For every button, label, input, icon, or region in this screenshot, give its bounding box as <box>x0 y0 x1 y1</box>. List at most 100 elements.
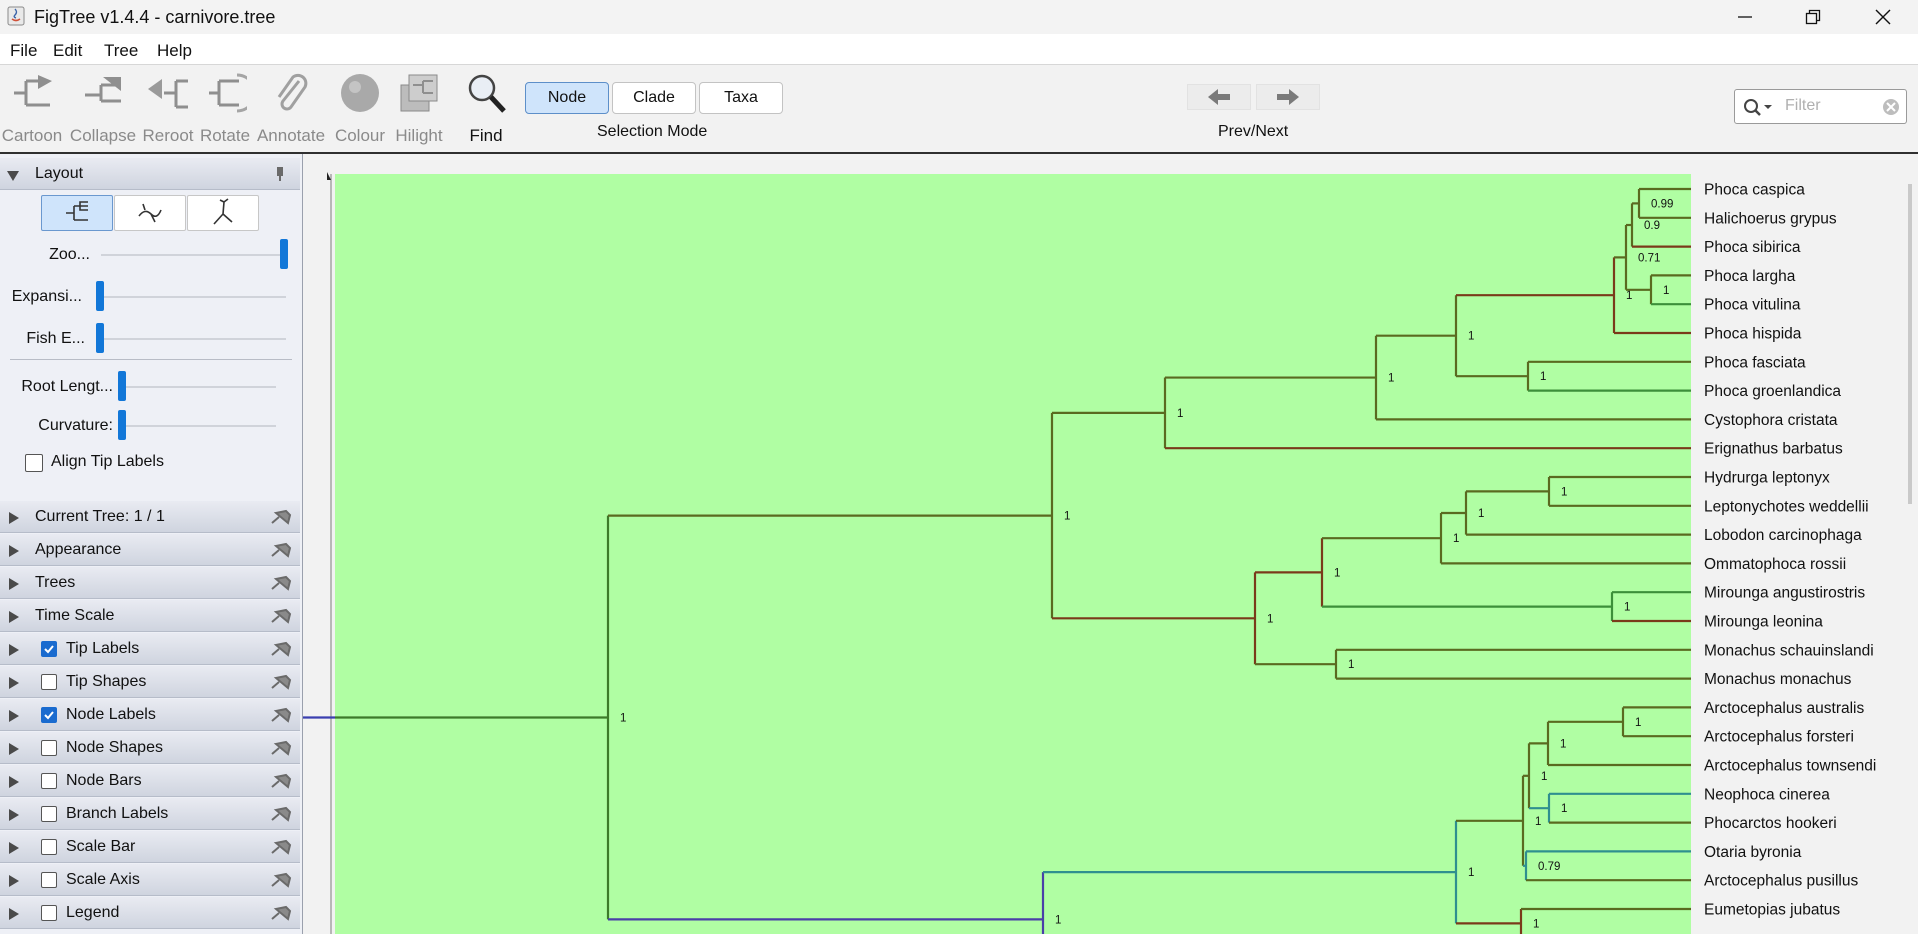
scale-axis-checkbox[interactable] <box>41 872 57 888</box>
hilight-button[interactable]: Hilight <box>392 65 446 149</box>
prev-button[interactable] <box>1187 84 1251 110</box>
radial-layout-button[interactable] <box>187 195 259 231</box>
polar-layout-button[interactable] <box>114 195 186 231</box>
menu-tree[interactable]: Tree <box>104 41 138 61</box>
tip-label[interactable]: Phoca fasciata <box>1704 354 1806 371</box>
section-node-shapes[interactable]: Node Shapes <box>0 732 300 764</box>
pin-icon[interactable] <box>270 542 292 558</box>
section-time-scale[interactable]: Time Scale <box>0 600 300 632</box>
tip-label[interactable]: Eumetopias jubatus <box>1704 902 1840 919</box>
tip-label[interactable]: Leptonychotes weddellii <box>1704 498 1869 515</box>
zoom-slider[interactable] <box>101 254 286 256</box>
tip-label[interactable]: Arctocephalus forsteri <box>1704 729 1854 746</box>
rotate-button[interactable]: Rotate <box>198 65 252 149</box>
tip-label[interactable]: Erignathus barbatus <box>1704 441 1843 458</box>
tree-view[interactable]: Phoca caspica Halichoerus grypus Phoca sib… <box>303 154 1918 934</box>
pin-icon[interactable] <box>270 905 292 921</box>
node-labels-checkbox[interactable] <box>41 707 57 723</box>
section-node-labels[interactable]: Node Labels <box>0 699 300 731</box>
menu-file[interactable]: File <box>10 41 37 61</box>
section-scale-bar[interactable]: Scale Bar <box>0 831 300 863</box>
section-current-tree-1-1[interactable]: Current Tree: 1 / 1 <box>0 501 300 533</box>
clear-filter-icon[interactable] <box>1882 98 1900 116</box>
pin-icon[interactable] <box>270 641 292 657</box>
pin-icon[interactable] <box>270 707 292 723</box>
pin-icon[interactable] <box>270 872 292 888</box>
close-button[interactable] <box>1848 0 1918 34</box>
legend-checkbox[interactable] <box>41 905 57 921</box>
tip-label[interactable]: Otaria byronia <box>1704 844 1802 861</box>
tip-label[interactable]: Mirounga angustirostris <box>1704 585 1865 602</box>
tip-label[interactable]: Monachus schauinslandi <box>1704 642 1874 659</box>
pin-icon[interactable] <box>270 575 292 591</box>
pin-icon[interactable] <box>270 740 292 756</box>
tip-label[interactable]: Halichoerus grypus <box>1704 210 1837 227</box>
tip-label[interactable]: Phoca sibirica <box>1704 239 1801 256</box>
collapse-button[interactable]: Collapse <box>68 65 138 149</box>
selection-node-button[interactable]: Node <box>525 82 609 114</box>
tip-label[interactable]: Arctocephalus pusillus <box>1704 873 1858 890</box>
fish-eye-slider-thumb[interactable] <box>96 323 104 353</box>
branch-labels-checkbox[interactable] <box>41 806 57 822</box>
tip-label[interactable]: Ommatophoca rossii <box>1704 556 1846 573</box>
tip-label[interactable]: Arctocephalus townsendi <box>1704 758 1876 775</box>
tip-label[interactable]: Hydrurga leptonyx <box>1704 470 1830 487</box>
pin-icon[interactable] <box>270 839 292 855</box>
rectangular-layout-button[interactable] <box>41 195 113 231</box>
zoom-slider-thumb[interactable] <box>280 239 288 269</box>
selection-clade-button[interactable]: Clade <box>612 82 696 114</box>
tip-label[interactable]: Monachus monachus <box>1704 671 1852 688</box>
section-scale-axis[interactable]: Scale Axis <box>0 864 300 896</box>
fish-eye-slider[interactable] <box>98 338 286 340</box>
expansion-slider-thumb[interactable] <box>96 281 104 311</box>
tip-label[interactable]: Cystophora cristata <box>1704 412 1838 429</box>
tip-labels-checkbox[interactable] <box>41 641 57 657</box>
node-bars-checkbox[interactable] <box>41 773 57 789</box>
expansion-slider[interactable] <box>98 296 286 298</box>
pin-icon[interactable] <box>270 608 292 624</box>
tip-label[interactable]: Arctocephalus australis <box>1704 700 1864 717</box>
find-button[interactable]: Find <box>462 65 510 149</box>
annotate-button[interactable]: Annotate <box>254 65 328 149</box>
pin-icon[interactable] <box>270 509 292 525</box>
section-appearance[interactable]: Appearance <box>0 534 300 566</box>
pin-icon[interactable] <box>270 773 292 789</box>
minimize-button[interactable] <box>1710 0 1780 34</box>
tip-label[interactable]: Mirounga leonina <box>1704 614 1823 631</box>
scale-bar-checkbox[interactable] <box>41 839 57 855</box>
tip-label[interactable]: Phoca caspica <box>1704 182 1805 199</box>
cartoon-button[interactable]: Cartoon <box>0 65 64 149</box>
menu-edit[interactable]: Edit <box>53 41 82 61</box>
curvature-slider-thumb[interactable] <box>118 410 126 440</box>
colour-button[interactable]: Colour <box>330 65 390 149</box>
selection-taxa-button[interactable]: Taxa <box>699 82 783 114</box>
tip-shapes-checkbox[interactable] <box>41 674 57 690</box>
section-node-bars[interactable]: Node Bars <box>0 765 300 797</box>
section-tip-labels[interactable]: Tip Labels <box>0 633 300 665</box>
tip-label[interactable]: Lobodon carcinophaga <box>1704 527 1862 544</box>
pin-icon[interactable] <box>270 674 292 690</box>
root-length-slider-thumb[interactable] <box>118 371 126 401</box>
tip-label[interactable]: Neophoca cinerea <box>1704 786 1830 803</box>
section-branch-labels[interactable]: Branch Labels <box>0 798 300 830</box>
layout-panel-header[interactable]: Layout <box>0 158 300 190</box>
node-shapes-checkbox[interactable] <box>41 740 57 756</box>
reroot-button[interactable]: Reroot <box>140 65 196 149</box>
tip-label[interactable]: Phoca groenlandica <box>1704 383 1841 400</box>
tip-label[interactable]: Phoca hispida <box>1704 326 1802 343</box>
section-trees[interactable]: Trees <box>0 567 300 599</box>
curvature-slider[interactable] <box>120 425 276 427</box>
next-button[interactable] <box>1256 84 1320 110</box>
section-legend[interactable]: Legend <box>0 897 300 929</box>
align-tip-labels-checkbox[interactable] <box>25 454 43 472</box>
pin-icon[interactable] <box>270 806 292 822</box>
tip-label[interactable]: Phoca largha <box>1704 268 1796 285</box>
tree-canvas[interactable]: Phoca caspica Halichoerus grypus Phoca sib… <box>303 154 1918 934</box>
tip-label[interactable]: Phocarctos hookeri <box>1704 815 1837 832</box>
root-length-slider[interactable] <box>120 386 276 388</box>
section-tip-shapes[interactable]: Tip Shapes <box>0 666 300 698</box>
menu-help[interactable]: Help <box>157 41 192 61</box>
restore-button[interactable] <box>1778 0 1848 34</box>
tip-label[interactable]: Phoca vitulina <box>1704 297 1801 314</box>
pin-icon[interactable] <box>270 166 292 182</box>
